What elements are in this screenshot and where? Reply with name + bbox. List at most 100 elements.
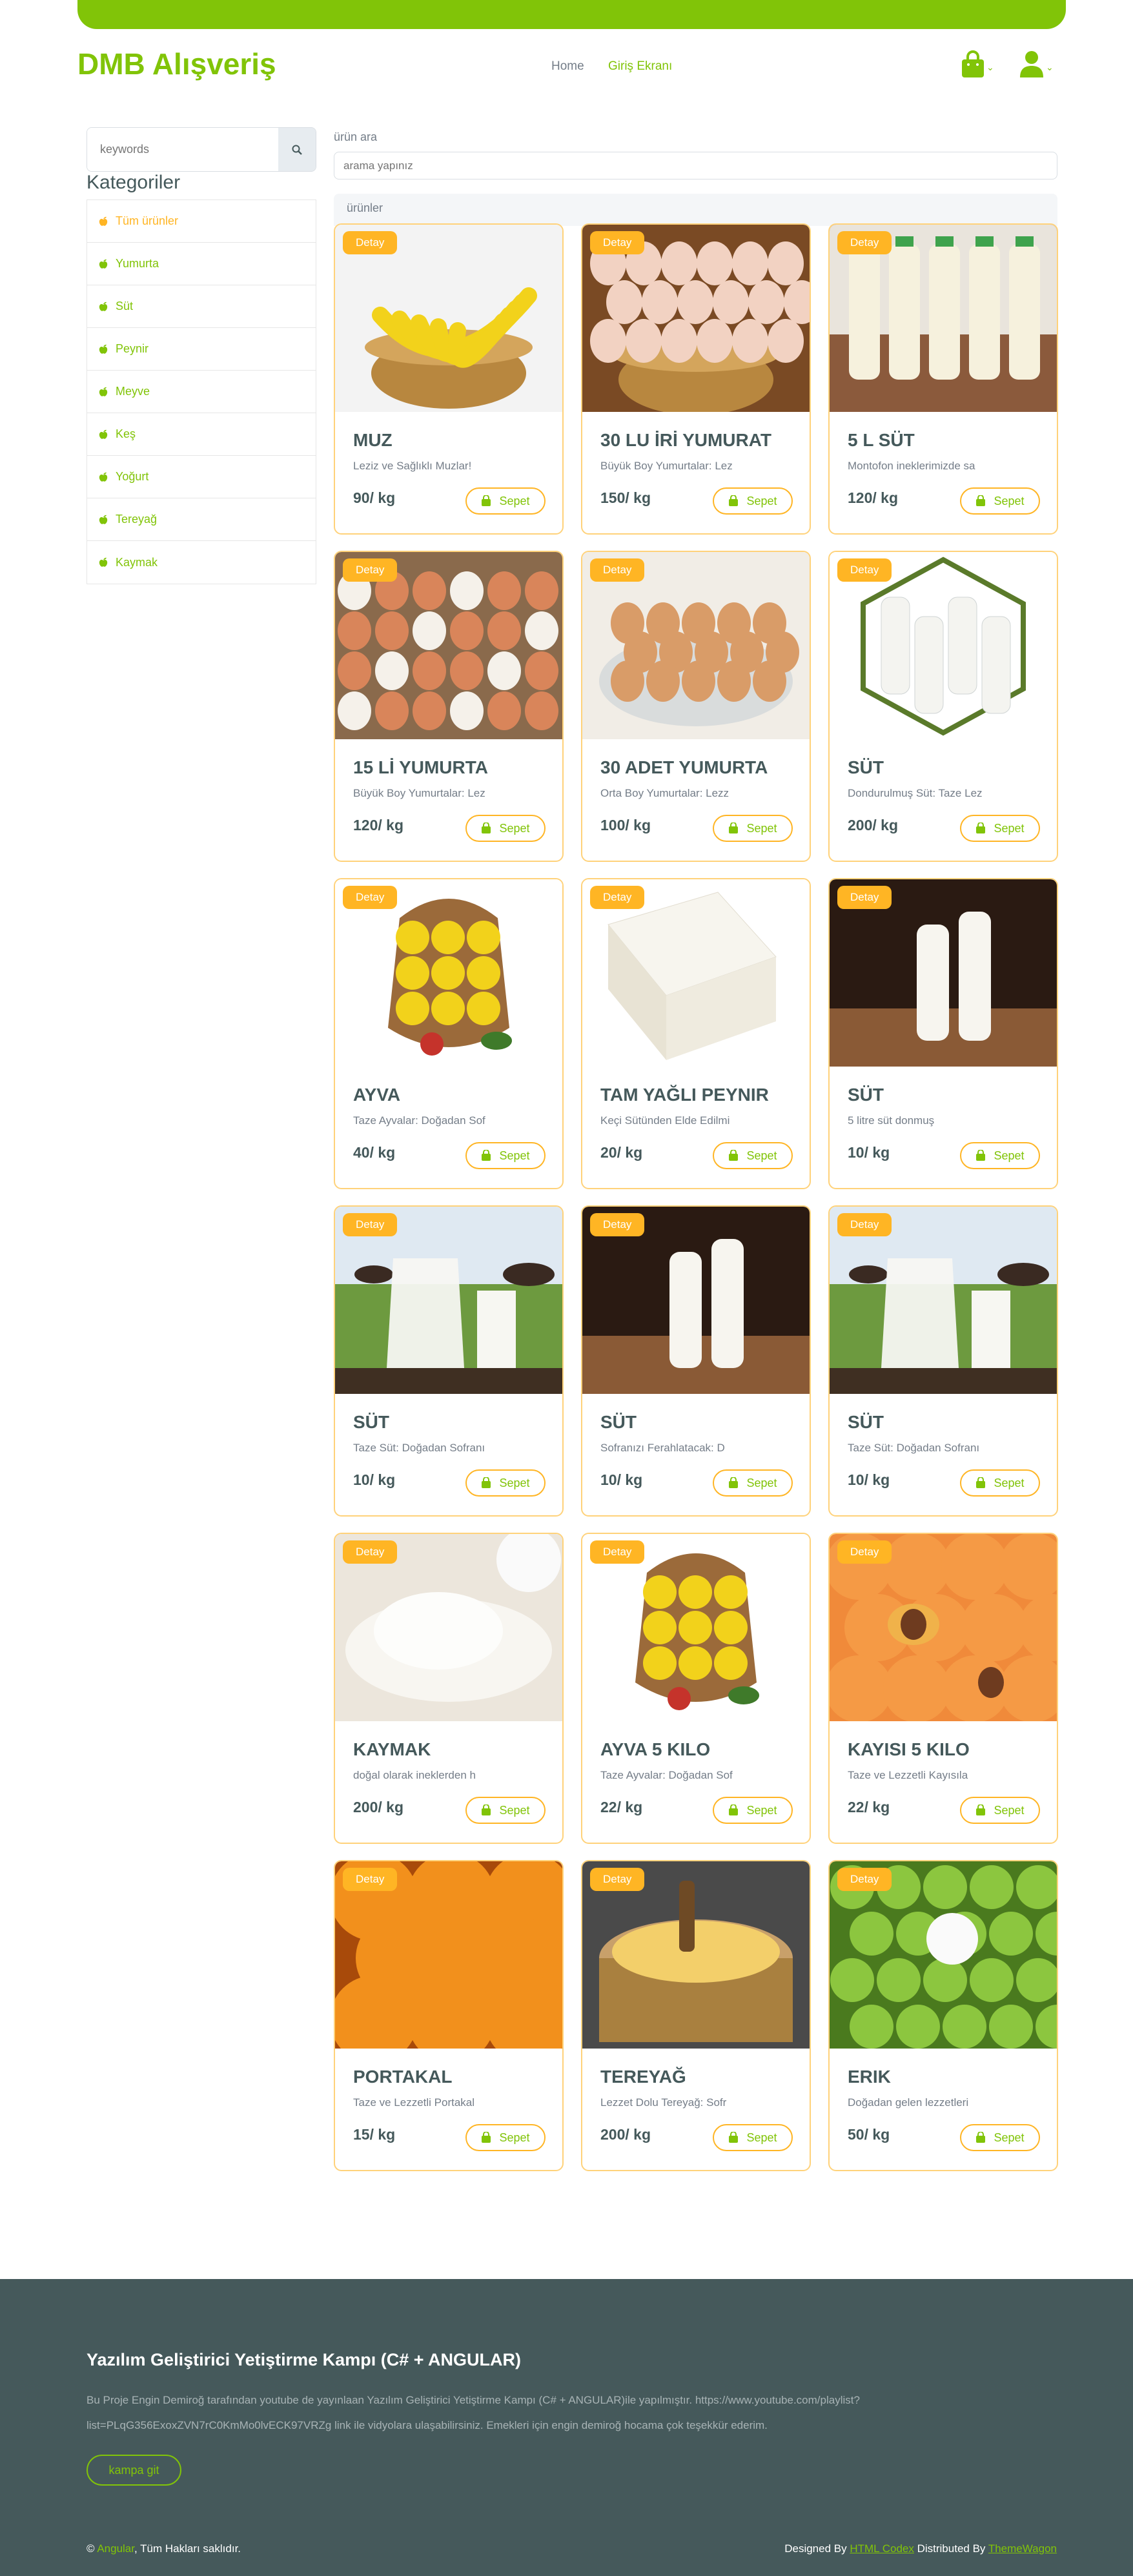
add-to-cart-button[interactable]: Sepet [465,2124,546,2151]
product-title: SÜT [848,757,884,777]
product-card[interactable]: Detay SÜT Dondurulmuş Süt: Taze Lez 200/ kg… [828,551,1058,862]
detail-badge[interactable]: Detay [343,558,398,582]
detail-badge[interactable]: Detay [837,1540,892,1564]
shopping-bag-icon [976,823,986,833]
product-price: 40/ kg [353,1144,396,1161]
distributor-link[interactable]: ThemeWagon [988,2542,1057,2555]
product-card[interactable]: Detay AYVA Taze Ayvalar: Doğadan Sof 40/ kg… [334,878,564,1189]
category-item[interactable]: Kaymak [87,541,316,584]
detail-badge[interactable]: Detay [590,1213,645,1236]
user-menu[interactable]: ⌄ [1019,50,1057,80]
product-card[interactable]: Detay TEREYAĞ Lezzet Dolu Tereyağ: Sofr 200… [581,1860,811,2171]
camp-button[interactable]: kampa git [87,2455,181,2486]
add-to-cart-button[interactable]: Sepet [465,1797,546,1824]
add-to-cart-button[interactable]: Sepet [713,815,793,842]
detail-badge[interactable]: Detay [837,1213,892,1236]
detail-badge[interactable]: Detay [837,231,892,254]
product-card[interactable]: Detay SÜT 5 litre süt donmuş 10/ kg Sepet [828,878,1058,1189]
product-card[interactable]: Detay KAYISI 5 KILO Taze ve Lezzetli Kayıs… [828,1533,1058,1844]
category-item[interactable]: Peynir [87,328,316,371]
detail-badge[interactable]: Detay [343,1213,398,1236]
apple-icon [99,472,108,482]
product-card[interactable]: Detay AYVA 5 KILO Taze Ayvalar: Doğadan So… [581,1533,811,1844]
product-card[interactable]: Detay MUZ Leziz ve Sağlıklı Muzlar! 90/ kg S… [334,223,564,535]
product-card[interactable]: Detay 15 Lİ YUMURTA Büyük Boy Yumurtalar: … [334,551,564,862]
shopping-bag-icon [729,1477,739,1488]
add-to-cart-button[interactable]: Sepet [713,1142,793,1169]
product-search-input[interactable] [334,152,1057,179]
nav-home[interactable]: Home [551,59,584,74]
product-card[interactable]: Detay SÜT Taze Süt: Doğadan Sofranı 10/ kg S… [334,1205,564,1517]
category-item[interactable]: Meyve [87,371,316,413]
detail-badge[interactable]: Detay [590,1868,645,1891]
add-to-cart-button[interactable]: Sepet [713,487,793,515]
category-item[interactable]: Tüm ürünler [87,200,316,243]
detail-badge[interactable]: Detay [590,558,645,582]
detail-badge[interactable]: Detay [837,558,892,582]
product-card[interactable]: Detay SÜT Taze Süt: Doğadan Sofranı 10/ kg S… [828,1205,1058,1517]
angular-link[interactable]: Angular [97,2542,134,2555]
category-item[interactable]: Yoğurt [87,456,316,498]
brand-logo[interactable]: DMB Alışveriş [77,46,276,81]
category-item[interactable]: Tereyağ [87,498,316,541]
category-item[interactable]: Yumurta [87,243,316,285]
add-to-cart-button[interactable]: Sepet [960,487,1040,515]
add-to-cart-button[interactable]: Sepet [960,815,1040,842]
detail-badge[interactable]: Detay [343,231,398,254]
detail-badge[interactable]: Detay [837,886,892,909]
product-card[interactable]: Detay 5 L SÜT Montofon ineklerimizde sa 120… [828,223,1058,535]
add-to-cart-button[interactable]: Sepet [960,1797,1040,1824]
add-to-cart-button[interactable]: Sepet [465,1142,546,1169]
product-card[interactable]: Detay SÜT Sofranızı Ferahlatacak: D 10/ kg S… [581,1205,811,1517]
add-to-cart-button[interactable]: Sepet [713,1469,793,1497]
add-to-cart-button[interactable]: Sepet [713,1797,793,1824]
category-item[interactable]: Süt [87,285,316,328]
product-card[interactable]: Detay 30 ADET YUMURTA Orta Boy Yumurtalar:… [581,551,811,862]
product-card[interactable]: Detay ERIK Doğadan gelen lezzetleri 50/ kg S… [828,1860,1058,2171]
credits: Designed By HTML Codex Distributed By Th… [784,2542,1057,2555]
detail-badge[interactable]: Detay [590,231,645,254]
cart-menu[interactable]: ⌄ [961,50,999,80]
add-to-cart-button[interactable]: Sepet [960,1142,1040,1169]
detail-badge[interactable]: Detay [343,886,398,909]
product-price: 120/ kg [353,817,403,833]
add-to-cart-button[interactable]: Sepet [960,2124,1040,2151]
product-price: 200/ kg [600,2126,651,2143]
add-to-cart-button[interactable]: Sepet [465,815,546,842]
add-to-cart-button[interactable]: Sepet [465,487,546,515]
add-to-cart-button[interactable]: Sepet [465,1469,546,1497]
designer-link[interactable]: HTML Codex [850,2542,914,2555]
shopping-bag-icon [482,495,491,506]
product-title: AYVA [353,1085,401,1105]
detail-badge[interactable]: Detay [343,1540,398,1564]
product-description: Doğadan gelen lezzetleri [848,2096,969,2109]
product-title: SÜT [848,1085,884,1105]
detail-badge[interactable]: Detay [590,1540,645,1564]
product-title: TAM YAĞLI PEYNIR [600,1085,769,1105]
product-search-label: ürün ara [334,130,378,143]
add-to-cart-button[interactable]: Sepet [713,2124,793,2151]
category-list: Tüm ürünler Yumurta Süt Peynir Meyve Keş Yoğur… [87,199,316,584]
detail-badge[interactable]: Detay [590,886,645,909]
copyright-text: , Tüm Hakları saklıdır. [134,2542,241,2555]
product-card[interactable]: Detay 30 LU İRİ YUMURAT Büyük Boy Yumurtal… [581,223,811,535]
search-button[interactable] [278,128,316,171]
detail-badge[interactable]: Detay [343,1868,398,1891]
product-price: 120/ kg [848,489,898,506]
product-description: Taze Süt: Doğadan Sofranı [848,1442,980,1454]
keyword-search-input[interactable] [87,128,280,171]
category-item[interactable]: Keş [87,413,316,456]
add-to-cart-label: Sepet [499,494,530,507]
footer: Yazılım Geliştirici Yetiştirme Kampı (C#… [0,2279,1133,2576]
detail-badge[interactable]: Detay [837,1868,892,1891]
nav-login[interactable]: Giriş Ekranı [608,59,672,74]
product-card[interactable]: Detay TAM YAĞLI PEYNIR Keçi Sütünden Elde … [581,878,811,1189]
apple-icon [99,515,108,524]
product-title: AYVA 5 KILO [600,1739,711,1759]
add-to-cart-label: Sepet [746,821,777,835]
product-price: 22/ kg [848,1799,890,1815]
product-card[interactable]: Detay PORTAKAL Taze ve Lezzetli Portakal 15… [334,1860,564,2171]
add-to-cart-button[interactable]: Sepet [960,1469,1040,1497]
product-card[interactable]: Detay KAYMAK doğal olarak ineklerden h 200/… [334,1533,564,1844]
product-price: 200/ kg [848,817,898,833]
